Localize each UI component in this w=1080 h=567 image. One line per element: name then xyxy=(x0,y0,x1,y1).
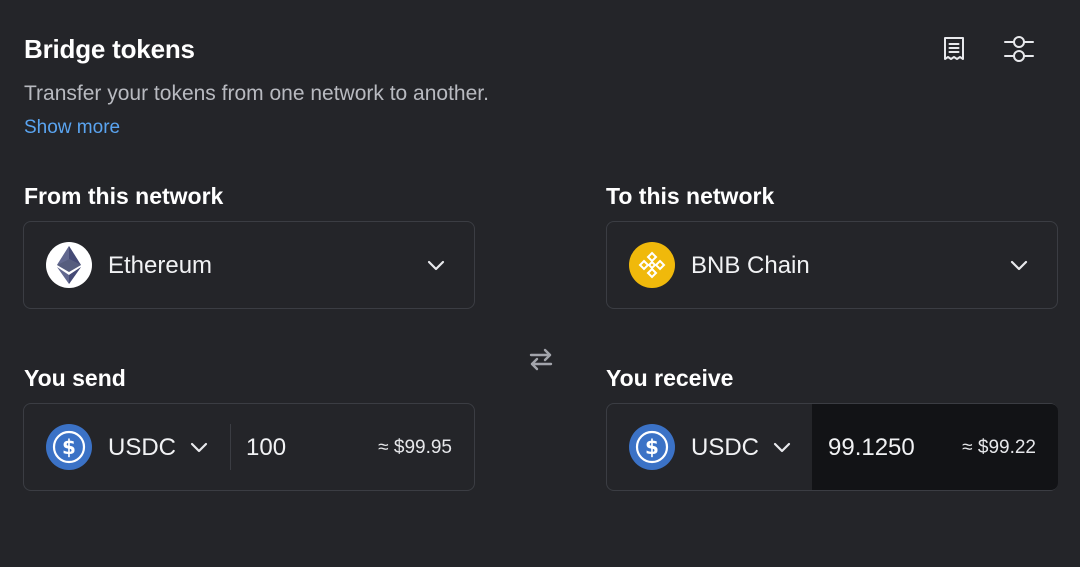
page-title: Bridge tokens xyxy=(24,34,195,64)
send-fiat-value: ≈ $99.95 xyxy=(378,437,452,458)
send-token-select[interactable]: $ USDC xyxy=(24,404,229,490)
receive-amount-value: 99.1250 xyxy=(828,434,915,461)
chevron-down-icon xyxy=(426,256,446,276)
swap-networks-button[interactable] xyxy=(526,346,556,376)
show-more-link[interactable]: Show more xyxy=(24,117,120,139)
chevron-down-icon xyxy=(772,438,792,458)
receive-token-select[interactable]: $ USDC xyxy=(607,404,812,490)
chevron-down-icon xyxy=(189,438,209,458)
swap-arrows-icon xyxy=(528,347,554,376)
page-subtitle: Transfer your tokens from one network to… xyxy=(24,82,489,105)
to-network-name: BNB Chain xyxy=(691,252,810,279)
to-network-label: To this network xyxy=(606,183,775,209)
usdc-icon: $ xyxy=(629,424,675,470)
from-network-select[interactable]: Ethereum xyxy=(23,221,475,309)
activity-button[interactable] xyxy=(936,33,972,69)
receive-amount-box: $ USDC 99.1250 ≈ $99.22 xyxy=(606,403,1058,491)
ethereum-icon xyxy=(46,242,92,288)
usdc-icon: $ xyxy=(46,424,92,470)
bnb-icon xyxy=(629,242,675,288)
receive-label: You receive xyxy=(606,365,734,391)
receipt-icon xyxy=(941,35,967,68)
from-network-label: From this network xyxy=(24,183,224,209)
send-label: You send xyxy=(24,365,126,391)
send-amount-box: $ USDC 100 ≈ $99.95 xyxy=(23,403,475,491)
to-network-select[interactable]: BNB Chain xyxy=(606,221,1058,309)
settings-button[interactable] xyxy=(1001,33,1037,69)
send-amount-input[interactable]: 100 xyxy=(246,434,286,462)
divider xyxy=(230,424,231,470)
svg-text:$: $ xyxy=(62,435,76,459)
from-network-name: Ethereum xyxy=(108,252,213,279)
receive-token-name: USDC xyxy=(691,434,760,461)
svg-text:$: $ xyxy=(645,435,659,459)
receive-fiat-value: ≈ $99.22 xyxy=(962,437,1036,458)
receive-amount-field: 99.1250 ≈ $99.22 xyxy=(812,404,1058,490)
settings-sliders-icon xyxy=(1003,34,1035,69)
chevron-down-icon xyxy=(1009,256,1029,276)
send-token-name: USDC xyxy=(108,434,177,461)
